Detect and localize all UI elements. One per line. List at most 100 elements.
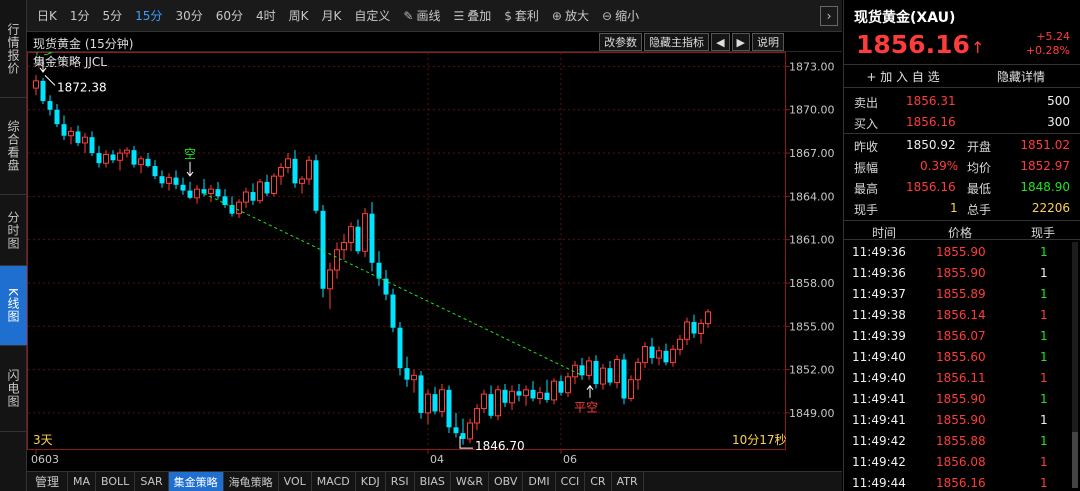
indicator-tab-14[interactable]: CCI: [556, 472, 586, 491]
hide-detail-button[interactable]: 隐藏详情: [962, 65, 1080, 87]
tool-button-4[interactable]: ⊖ 缩小: [602, 7, 639, 24]
candle: [194, 184, 200, 204]
indicator-tab-9[interactable]: RSI: [386, 472, 415, 491]
period-tab-1[interactable]: 1分: [70, 7, 90, 24]
candle: [404, 356, 410, 387]
tick-price: 1855.90: [936, 266, 986, 280]
amplitude-label: 振幅: [854, 161, 879, 175]
divider: [844, 220, 1080, 221]
buy-price: 1856.16: [906, 115, 956, 129]
candle-body: [530, 389, 536, 399]
left-tab-0[interactable]: 行情报价: [0, 0, 27, 98]
high-marker-label: 1872.38: [57, 80, 107, 94]
indicator-tab-12[interactable]: OBV: [489, 472, 524, 491]
candle: [278, 163, 284, 185]
tool-button-2[interactable]: $ 套利: [504, 7, 539, 24]
low-marker-label: 1846.70: [475, 439, 525, 453]
candle-body: [285, 158, 291, 168]
period-tab-4[interactable]: 30分: [175, 7, 202, 24]
tick-time: 11:49:36: [852, 245, 906, 259]
left-tab-2[interactable]: 分时图: [0, 195, 27, 266]
candle: [397, 321, 403, 376]
candle-body: [68, 130, 74, 137]
indicator-tab-16[interactable]: ATR: [612, 472, 644, 491]
pencil-icon: ✎: [403, 8, 414, 23]
indicator-tab-3[interactable]: SAR: [135, 472, 169, 491]
indicator-tab-10[interactable]: BIAS: [415, 472, 451, 491]
candle: [698, 319, 704, 344]
chart-header-button-4[interactable]: 说明: [752, 33, 784, 51]
prev-close-label: 昨收: [854, 140, 879, 154]
candle: [243, 187, 249, 208]
buy-label: 买入: [854, 117, 879, 131]
indicator-tab-8[interactable]: KDJ: [356, 472, 386, 491]
period-tab-8[interactable]: 月K: [322, 7, 342, 24]
last-price: 1856.16: [856, 30, 970, 59]
left-tab-1[interactable]: 综合看盘: [0, 98, 27, 195]
indicator-tab-11[interactable]: W&R: [451, 472, 490, 491]
indicator-tab-1[interactable]: MA: [68, 472, 97, 491]
tool-button-0[interactable]: ✎ 画线: [403, 7, 440, 24]
indicator-tab-2[interactable]: BOLL: [96, 472, 136, 491]
indicator-tab-13[interactable]: DMI: [523, 472, 556, 491]
high-value: 1856.16: [906, 180, 956, 194]
candle: [614, 355, 620, 389]
period-tab-2[interactable]: 5分: [103, 7, 123, 24]
candlestick-chart[interactable]: 1849.00 1852.00 1855.00 1858.00 1861.00 1864.…: [27, 52, 842, 471]
tick-time: 11:49:38: [852, 308, 906, 322]
tick-scrollbar[interactable]: [1072, 242, 1078, 488]
chart-header-button-2[interactable]: ◀: [711, 33, 730, 51]
candle-body: [488, 394, 494, 416]
tick-volume: 1: [1040, 329, 1048, 343]
candle: [47, 95, 53, 116]
money-bag-icon: $: [504, 8, 512, 23]
period-tab-3[interactable]: 15分: [135, 7, 162, 24]
candle: [61, 115, 67, 141]
candle: [502, 384, 508, 408]
period-tab-0[interactable]: 日K: [37, 7, 57, 24]
candle: [117, 148, 123, 171]
indicator-tab-0[interactable]: 管理: [27, 472, 69, 491]
candle-body: [684, 321, 690, 340]
candle-body: [495, 389, 501, 417]
candle: [467, 418, 473, 444]
chart-header-button-1[interactable]: 隐藏主指标: [644, 33, 710, 51]
candle-body: [166, 177, 172, 184]
tool-label: 叠加: [467, 9, 492, 23]
period-tab-6[interactable]: 4时: [256, 7, 276, 24]
candle: [656, 346, 662, 366]
tool-button-3[interactable]: ⊕ 放大: [552, 7, 589, 24]
candle: [68, 127, 74, 145]
candle: [558, 375, 564, 396]
chart-header-button-0[interactable]: 改参数: [599, 33, 643, 51]
indicator-tab-6[interactable]: VOL: [279, 472, 312, 491]
tool-button-1[interactable]: ☰ 叠加: [453, 7, 491, 24]
chart-header-button-3[interactable]: ▶: [731, 33, 750, 51]
scrollbar-thumb[interactable]: [1072, 432, 1078, 488]
candle: [628, 375, 634, 402]
indicator-tab-7[interactable]: MACD: [312, 472, 356, 491]
indicator-tab-5[interactable]: 海龟策略: [224, 472, 279, 491]
candle-body: [523, 389, 529, 397]
signal-marker: 平多: [31, 52, 55, 73]
indicator-tab-15[interactable]: CR: [585, 472, 612, 491]
candle: [586, 356, 592, 380]
candle: [460, 418, 466, 445]
add-watchlist-button[interactable]: + 加 入 自 选: [844, 65, 962, 87]
candle: [376, 251, 382, 286]
x-tick-label: 04: [430, 453, 444, 466]
amp-avg-row: 振幅 0.39% 均价 1852.97: [844, 156, 1080, 177]
period-tab-5[interactable]: 60分: [216, 7, 243, 24]
price-change: +5.24 +0.28%: [1026, 30, 1070, 58]
left-tab-4[interactable]: 闪电图: [0, 346, 27, 432]
candle-body: [243, 191, 249, 203]
candle-body: [341, 242, 347, 251]
tick-price: 1856.16: [936, 476, 986, 490]
next-symbol-button[interactable]: ›: [820, 6, 838, 26]
chart-title: 现货黄金 (15分钟): [33, 37, 134, 51]
period-tab-7[interactable]: 周K: [289, 7, 309, 24]
candle-body: [103, 153, 109, 164]
indicator-tab-4[interactable]: 集金策略: [168, 472, 224, 491]
left-tab-3[interactable]: K线图: [0, 266, 27, 346]
period-tab-9[interactable]: 自定义: [354, 7, 390, 24]
